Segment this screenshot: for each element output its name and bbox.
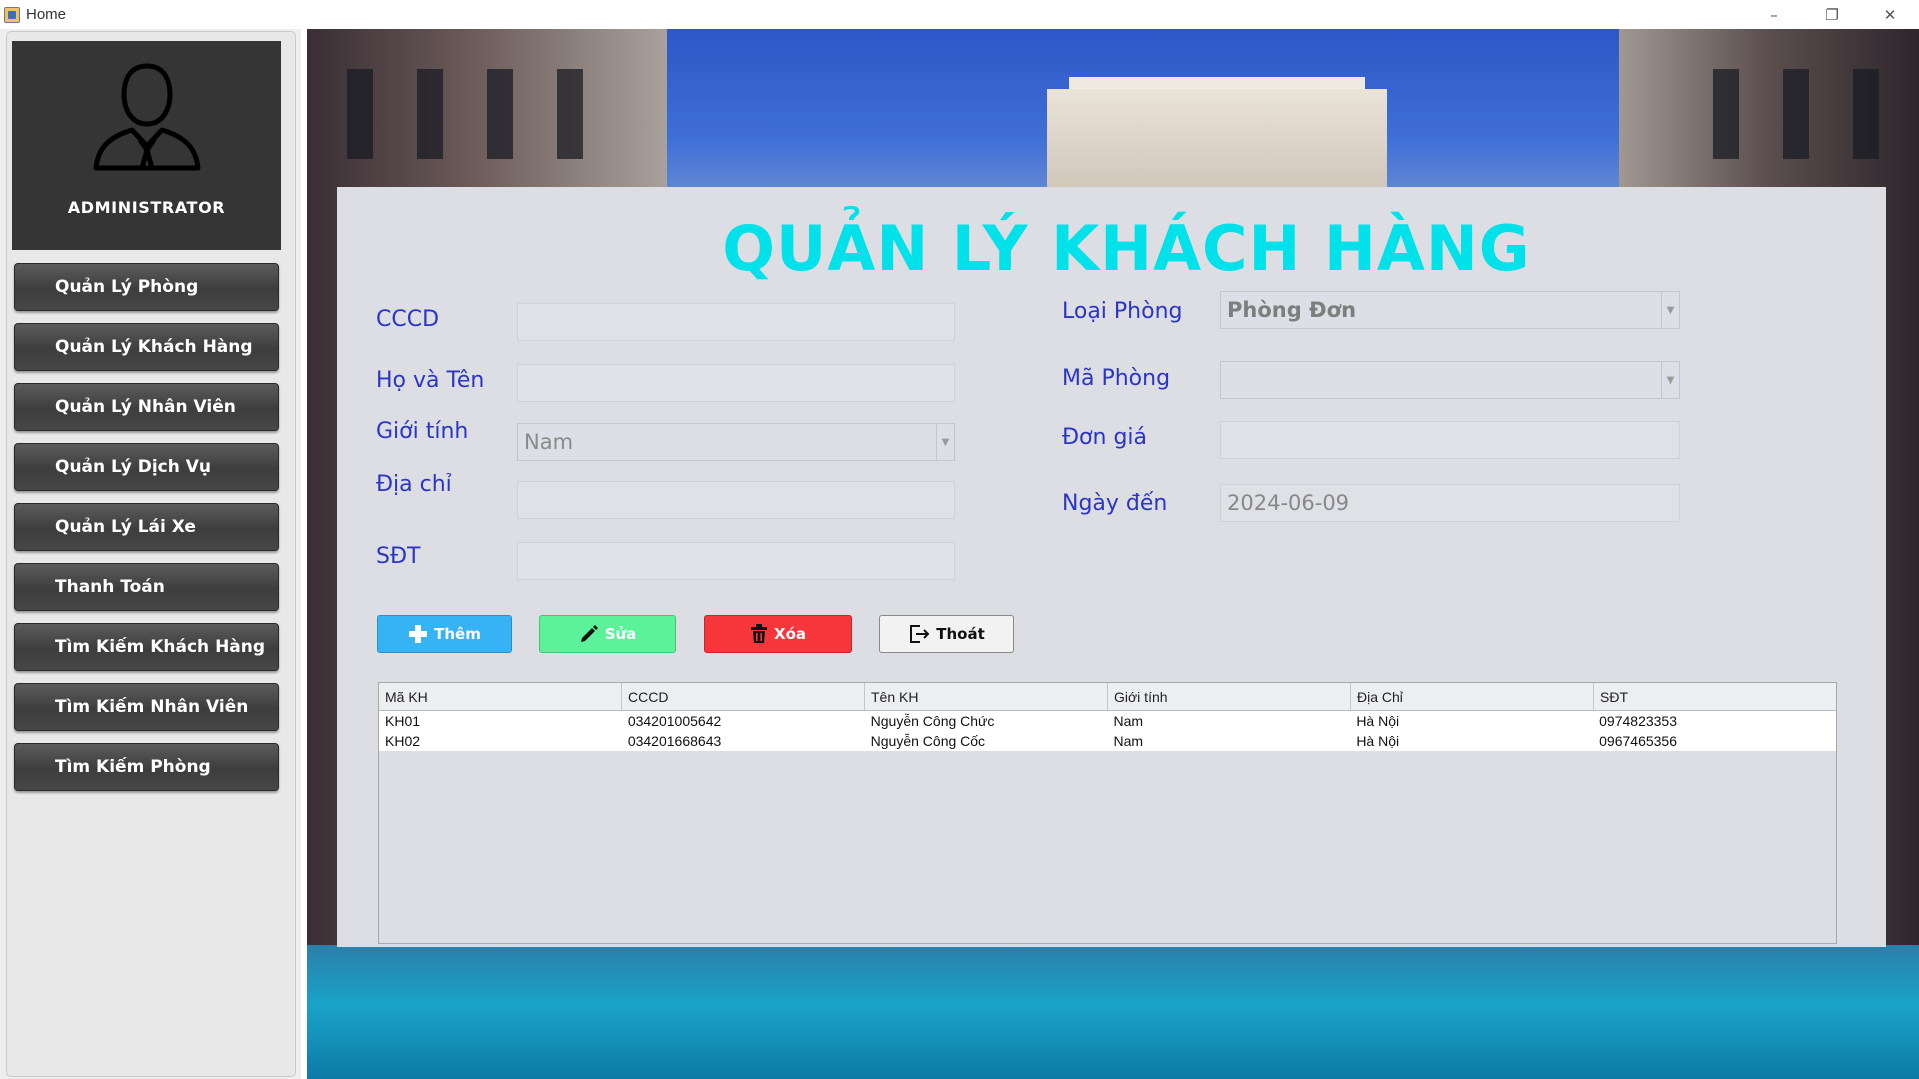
plus-icon <box>409 625 428 643</box>
user-silhouette-icon <box>93 63 200 171</box>
customer-management-panel: QUẢN LÝ KHÁCH HÀNG CCCD Họ và Tên Giới t… <box>337 187 1886 947</box>
gioi-tinh-value: Nam <box>524 430 574 454</box>
profile-role-label: ADMINISTRATOR <box>67 198 226 217</box>
table-cell: 0974823353 <box>1599 713 1678 729</box>
table-header: Mã KH CCCD Tên KH Giới tính Địa Chỉ SĐT <box>379 683 1836 711</box>
nav-quan-ly-phong[interactable]: Quản Lý Phòng <box>14 263 279 311</box>
ngay-den-label: Ngày đến <box>1062 491 1168 516</box>
restore-button[interactable]: ❐ <box>1803 0 1861 29</box>
don-gia-label: Đơn giá <box>1062 425 1148 450</box>
them-button[interactable]: Thêm <box>377 615 512 653</box>
chevron-down-icon[interactable]: ▼ <box>1661 362 1679 398</box>
nav-quan-ly-khach-hang[interactable]: Quản Lý Khách Hàng <box>14 323 279 371</box>
profile-card: ADMINISTRATOR <box>12 41 281 250</box>
window-title: Home <box>26 6 67 23</box>
ma-phong-label: Mã Phòng <box>1062 366 1171 391</box>
column-header-dia-chi[interactable]: Địa Chỉ <box>1351 683 1594 710</box>
ho-ten-label: Họ và Tên <box>376 368 485 393</box>
gioi-tinh-select[interactable]: Nam ▼ <box>517 423 955 461</box>
column-header-ma-kh[interactable]: Mã KH <box>379 683 622 710</box>
ngay-den-input[interactable] <box>1220 484 1680 522</box>
column-header-sdt[interactable]: SĐT <box>1594 683 1836 710</box>
window-titlebar: Home – ❐ ✕ <box>0 0 1919 29</box>
loai-phong-label: Loại Phòng <box>1062 299 1183 324</box>
nav-tim-kiem-phong[interactable]: Tìm Kiếm Phòng <box>14 743 279 791</box>
table-row[interactable]: KH01 034201005642 Nguyễn Công Chức Nam H… <box>379 711 1836 731</box>
table-cell: Hà Nội <box>1356 713 1400 729</box>
nav-quan-ly-dich-vu[interactable]: Quản Lý Dịch Vụ <box>14 443 279 491</box>
nav-tim-kiem-khach-hang[interactable]: Tìm Kiếm Khách Hàng <box>14 623 279 671</box>
customer-table[interactable]: Mã KH CCCD Tên KH Giới tính Địa Chỉ SĐT … <box>378 682 1837 944</box>
minimize-button[interactable]: – <box>1745 0 1803 29</box>
window-controls: – ❐ ✕ <box>1745 0 1919 29</box>
pencil-icon <box>580 625 598 642</box>
xoa-button[interactable]: Xóa <box>704 615 852 653</box>
table-cell: 034201668643 <box>627 733 722 749</box>
don-gia-input[interactable] <box>1220 421 1680 459</box>
table-row[interactable]: KH02 034201668643 Nguyễn Công Cốc Nam Hà… <box>379 731 1836 751</box>
sua-button-label: Sửa <box>604 625 637 643</box>
table-cell: Nam <box>1113 713 1144 729</box>
java-app-icon <box>4 6 20 23</box>
table-cell: Nguyễn Công Cốc <box>870 733 986 749</box>
column-header-ten-kh[interactable]: Tên KH <box>865 683 1108 710</box>
sua-button[interactable]: Sửa <box>539 615 676 653</box>
gioi-tinh-label: Giới tính <box>376 419 469 444</box>
table-body: KH01 034201005642 Nguyễn Công Chức Nam H… <box>379 711 1836 751</box>
xoa-button-label: Xóa <box>774 625 806 643</box>
nav-tim-kiem-nhan-vien[interactable]: Tìm Kiếm Nhân Viên <box>14 683 279 731</box>
close-button[interactable]: ✕ <box>1861 0 1919 29</box>
them-button-label: Thêm <box>434 625 481 643</box>
chevron-down-icon[interactable]: ▼ <box>1661 292 1679 328</box>
loai-phong-value: Phòng Đơn <box>1227 298 1357 322</box>
thoat-button[interactable]: Thoát <box>879 615 1014 653</box>
nav-thanh-toan[interactable]: Thanh Toán <box>14 563 279 611</box>
table-cell: 0967465356 <box>1599 733 1678 749</box>
loai-phong-select[interactable]: Phòng Đơn ▼ <box>1220 291 1680 329</box>
nav-quan-ly-lai-xe[interactable]: Quản Lý Lái Xe <box>14 503 279 551</box>
chevron-down-icon[interactable]: ▼ <box>936 424 954 460</box>
ma-phong-select[interactable]: ▼ <box>1220 361 1680 399</box>
cccd-label: CCCD <box>376 307 440 332</box>
table-cell: 034201005642 <box>627 713 722 729</box>
nav-quan-ly-nhan-vien[interactable]: Quản Lý Nhân Viên <box>14 383 279 431</box>
sdt-input[interactable] <box>517 542 955 580</box>
ho-ten-input[interactable] <box>517 364 955 402</box>
column-header-gioi-tinh[interactable]: Giới tính <box>1108 683 1351 710</box>
table-cell: KH01 <box>385 713 421 729</box>
dia-chi-label: Địa chỉ <box>376 472 452 497</box>
table-cell: Nguyễn Công Chức <box>870 713 995 729</box>
exit-icon <box>910 625 930 643</box>
dia-chi-input[interactable] <box>517 481 955 519</box>
table-cell: KH02 <box>385 733 421 749</box>
page-title: QUẢN LÝ KHÁCH HÀNG <box>722 212 1531 285</box>
table-cell: Hà Nội <box>1356 733 1400 749</box>
column-header-cccd[interactable]: CCCD <box>622 683 865 710</box>
cccd-input[interactable] <box>517 303 955 341</box>
thoat-button-label: Thoát <box>936 625 985 643</box>
table-cell: Nam <box>1113 733 1144 749</box>
sdt-label: SĐT <box>376 544 421 569</box>
trash-icon <box>751 624 767 643</box>
